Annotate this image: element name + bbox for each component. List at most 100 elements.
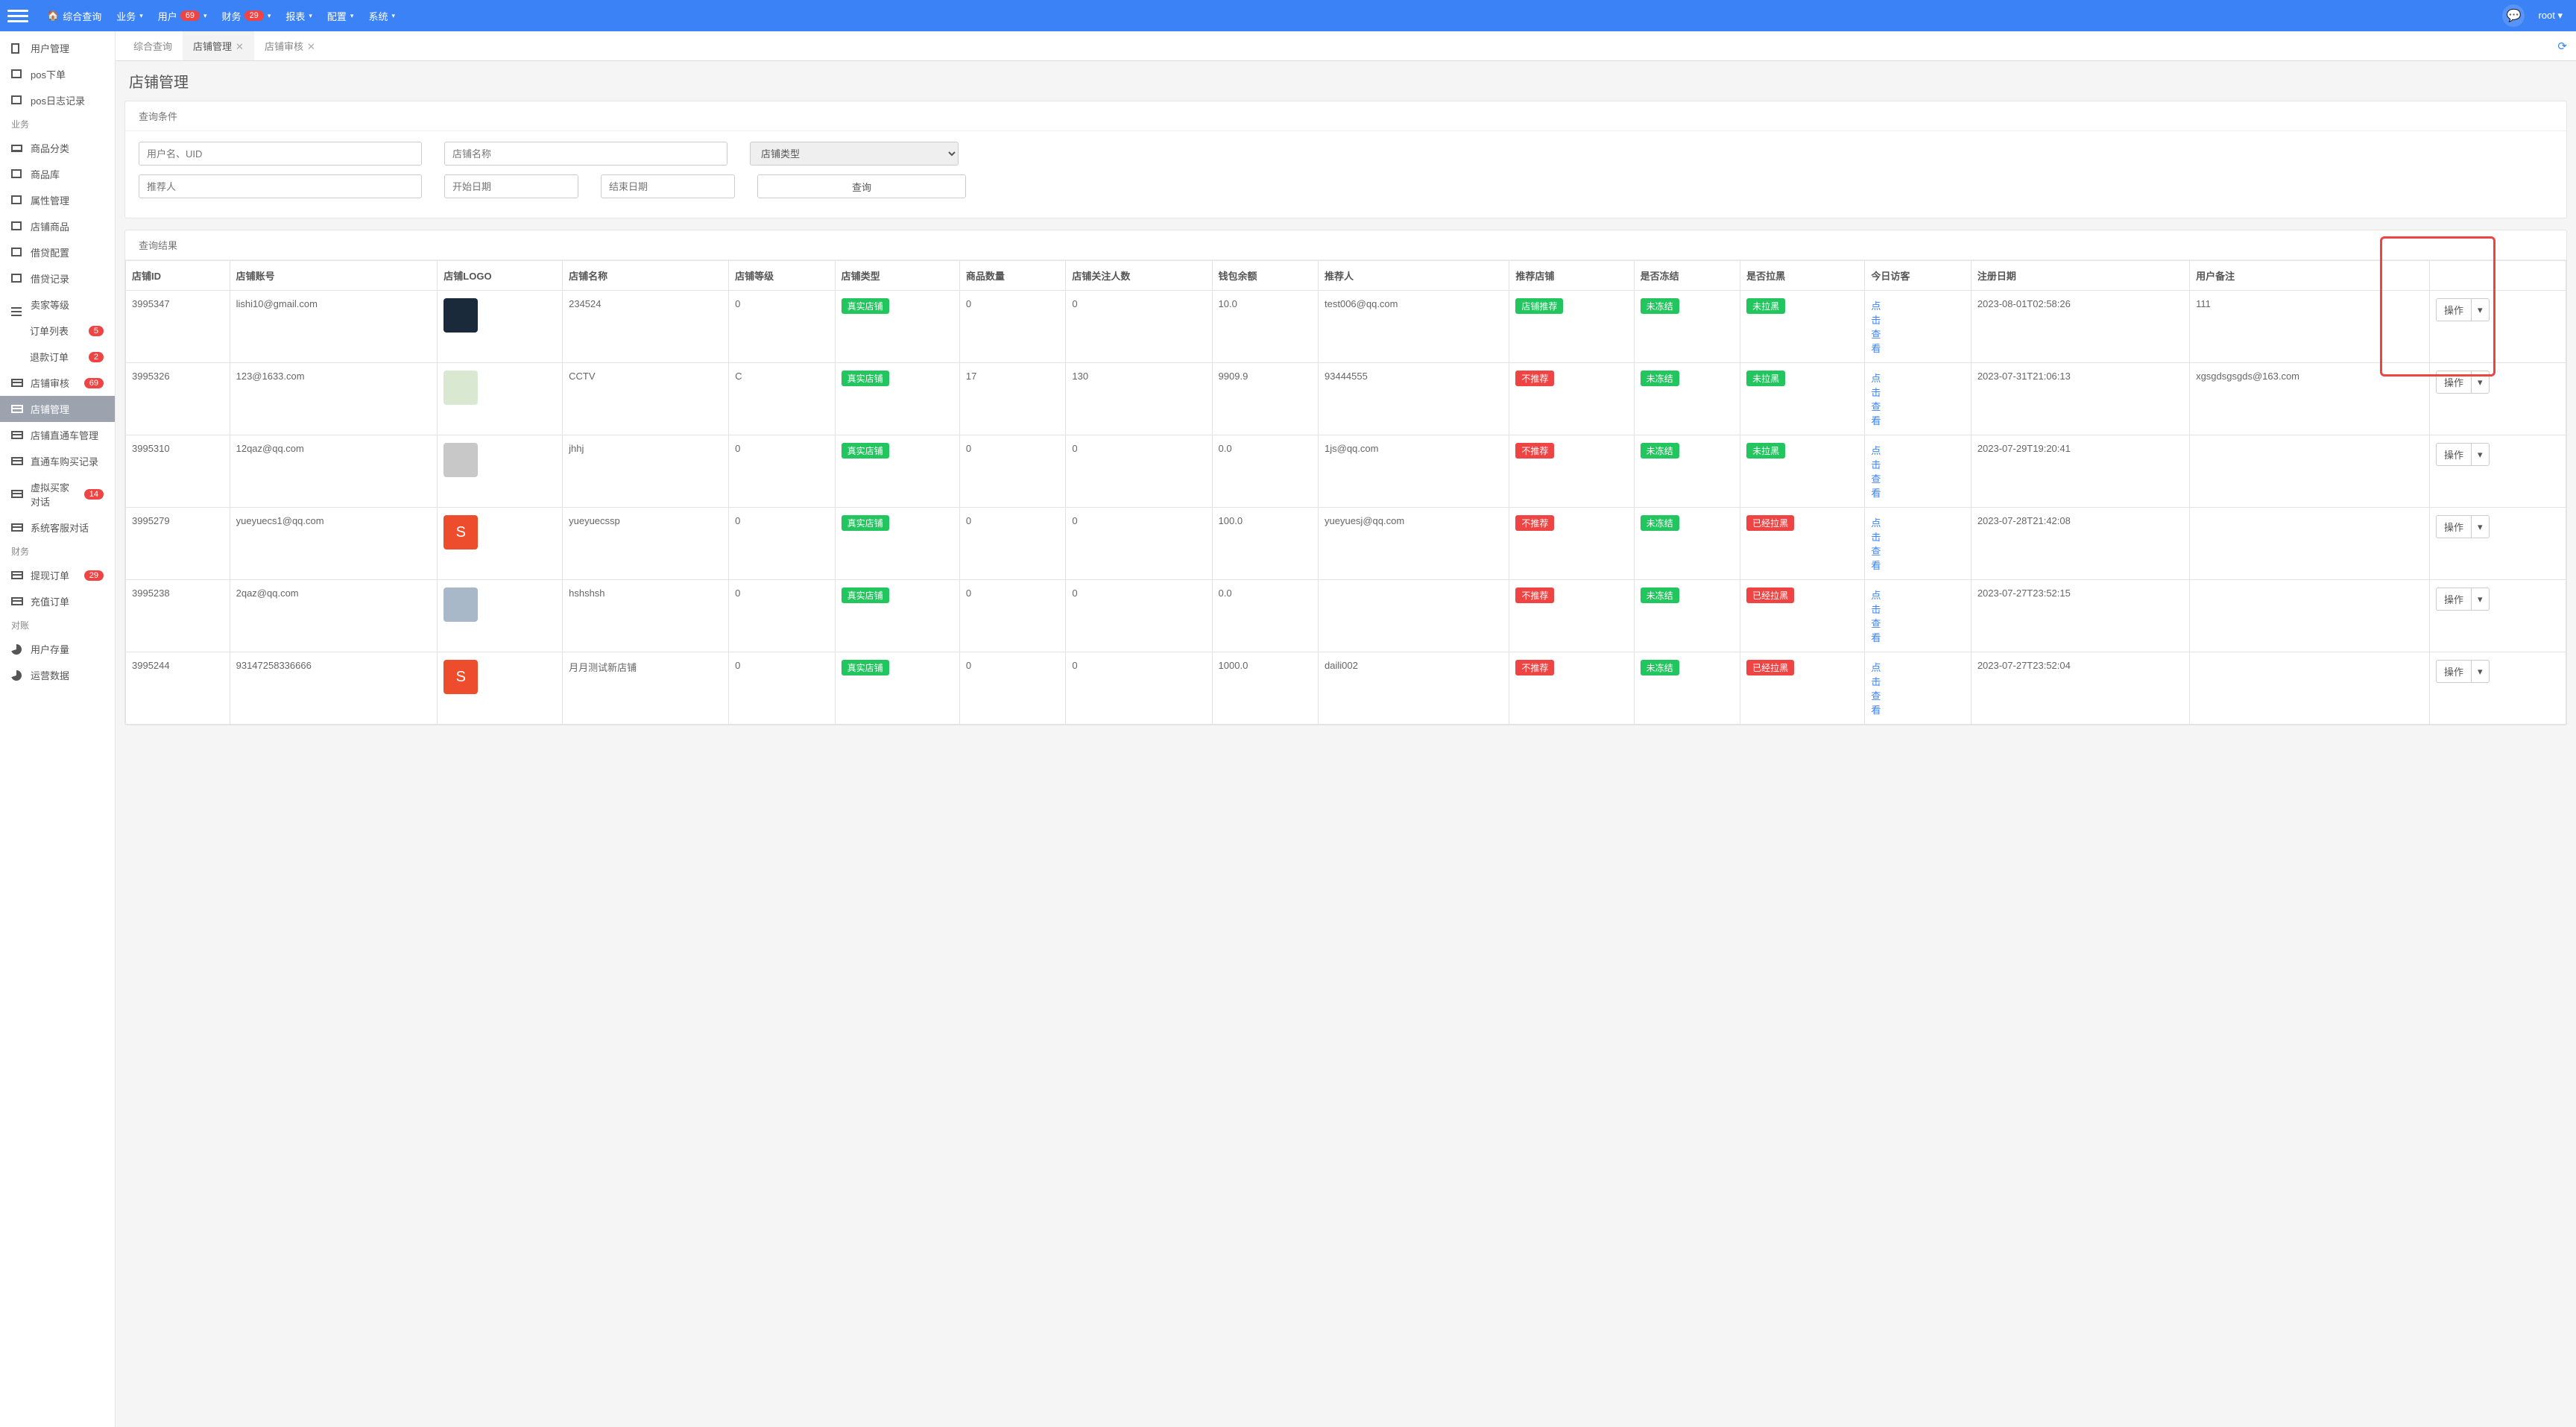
nav-item[interactable]: 用户69▾: [151, 0, 215, 31]
operate-button[interactable]: 操作: [2436, 298, 2471, 321]
box-icon: [11, 169, 23, 180]
menu-toggle-icon[interactable]: [7, 5, 28, 26]
nav-item[interactable]: 业务▾: [109, 0, 151, 31]
box-icon: [11, 248, 23, 258]
cell-remark: xgsgdsgsgds@163.com: [2190, 363, 2430, 435]
cell-remark: [2190, 435, 2430, 508]
cell-recommend: 不推荐: [1509, 435, 1634, 508]
sidebar-item-label: 店铺商品: [31, 219, 69, 233]
visitor-link[interactable]: 点击查看: [1871, 662, 1881, 716]
nav-item[interactable]: 财务29▾: [215, 0, 279, 31]
cell-logo: [438, 291, 563, 363]
close-icon[interactable]: ✕: [236, 41, 244, 52]
laptop-icon: [11, 143, 23, 154]
sidebar-item[interactable]: 商品库: [0, 161, 115, 187]
refresh-icon[interactable]: ⟳: [2557, 40, 2567, 53]
nav-home[interactable]: 🏠 综合查询: [40, 0, 109, 31]
filter-end-date[interactable]: [601, 174, 735, 198]
sidebar-item[interactable]: 充值订单: [0, 588, 115, 614]
sidebar-item[interactable]: 虚拟买家对话14: [0, 474, 115, 514]
query-button[interactable]: 查询: [757, 174, 966, 198]
operate-button[interactable]: 操作: [2436, 443, 2471, 466]
cell-black: 未拉黑: [1740, 363, 1865, 435]
nav-item[interactable]: 系统▾: [361, 0, 402, 31]
tab[interactable]: 店铺管理✕: [183, 31, 254, 60]
main-content: 综合查询店铺管理✕店铺审核✕ ⟳ 店铺管理 查询条件 店铺类型 查询: [116, 31, 2576, 1427]
sidebar-item[interactable]: 店铺审核69: [0, 370, 115, 396]
tab[interactable]: 店铺审核✕: [254, 31, 326, 60]
card-icon: [11, 489, 23, 500]
sidebar-item[interactable]: 系统客服对话: [0, 514, 115, 541]
operate-dropdown[interactable]: ▾: [2471, 588, 2490, 611]
user-menu[interactable]: root ▾: [2532, 10, 2569, 22]
nav-item[interactable]: 报表▾: [278, 0, 320, 31]
sidebar-item[interactable]: 直通车购买记录: [0, 448, 115, 474]
operate-dropdown[interactable]: ▾: [2471, 298, 2490, 321]
operate-button[interactable]: 操作: [2436, 588, 2471, 611]
cell-account: 2qaz@qq.com: [230, 580, 438, 652]
cell-date: 2023-07-28T21:42:08: [1971, 508, 2189, 580]
cell-remark: [2190, 508, 2430, 580]
sidebar-item[interactable]: 借贷配置: [0, 239, 115, 265]
sidebar-item[interactable]: 用户管理: [0, 35, 115, 61]
table-header: 店铺等级: [729, 261, 835, 291]
operate-button[interactable]: 操作: [2436, 515, 2471, 538]
sidebar-item-label: 退款订单: [30, 350, 69, 364]
table-header: 店铺关注人数: [1066, 261, 1212, 291]
operate-dropdown[interactable]: ▾: [2471, 371, 2490, 394]
cell-fans: 0: [1066, 580, 1212, 652]
sidebar-item[interactable]: pos日志记录: [0, 87, 115, 113]
sidebar-item[interactable]: 卖家等级: [0, 292, 115, 318]
sidebar-item[interactable]: 商品分类: [0, 135, 115, 161]
operate-button[interactable]: 操作: [2436, 371, 2471, 394]
table-row: 399531012qaz@qq.comjhhj0真实店铺000.01js@qq.…: [126, 435, 2566, 508]
sidebar-item[interactable]: 借贷记录: [0, 265, 115, 292]
sidebar-item[interactable]: 退款订单2: [0, 344, 115, 370]
filter-referrer-input[interactable]: [139, 174, 422, 198]
filter-start-date[interactable]: [444, 174, 578, 198]
cell-id: 3995238: [126, 580, 230, 652]
sidebar-item[interactable]: 运营数据: [0, 662, 115, 688]
cell-level: C: [729, 363, 835, 435]
sidebar-item[interactable]: 订单列表5: [0, 318, 115, 344]
sidebar-item-label: 系统客服对话: [31, 520, 89, 535]
sidebar-item[interactable]: 提现订单29: [0, 562, 115, 588]
visitor-link[interactable]: 点击查看: [1871, 445, 1881, 499]
sidebar-item[interactable]: 店铺直通车管理: [0, 422, 115, 448]
sidebar-item-label: 店铺审核: [31, 376, 69, 390]
cell-type: 真实店铺: [835, 291, 959, 363]
cell-wallet: 0.0: [1212, 435, 1318, 508]
operate-dropdown[interactable]: ▾: [2471, 443, 2490, 466]
filter-shoptype-select[interactable]: 店铺类型: [750, 142, 959, 166]
visitor-link[interactable]: 点击查看: [1871, 517, 1881, 571]
cell-op: 操作▾: [2430, 652, 2566, 725]
cell-date: 2023-07-27T23:52:04: [1971, 652, 2189, 725]
sidebar-item-label: 充值订单: [31, 594, 69, 608]
visitor-link[interactable]: 点击查看: [1871, 300, 1881, 354]
sidebar-item[interactable]: 用户存量: [0, 636, 115, 662]
operate-dropdown[interactable]: ▾: [2471, 660, 2490, 683]
close-icon[interactable]: ✕: [307, 41, 315, 52]
results-panel: 查询结果 店铺ID店铺账号店铺LOGO店铺名称店铺等级店铺类型商品数量店铺关注人…: [124, 230, 2567, 725]
operate-dropdown[interactable]: ▾: [2471, 515, 2490, 538]
cell-id: 3995347: [126, 291, 230, 363]
operate-button[interactable]: 操作: [2436, 660, 2471, 683]
chat-icon[interactable]: 💬: [2502, 4, 2525, 27]
sidebar-item[interactable]: 属性管理: [0, 187, 115, 213]
cell-date: 2023-07-31T21:06:13: [1971, 363, 2189, 435]
table-header: 商品数量: [959, 261, 1065, 291]
tab[interactable]: 综合查询: [123, 31, 183, 60]
nav-item[interactable]: 配置▾: [320, 0, 362, 31]
sidebar-item[interactable]: pos下单: [0, 61, 115, 87]
visitor-link[interactable]: 点击查看: [1871, 590, 1881, 643]
tabs: 综合查询店铺管理✕店铺审核✕ ⟳: [116, 31, 2576, 61]
filter-shopname-input[interactable]: [444, 142, 727, 166]
sidebar-group: 对账: [0, 614, 115, 636]
filter-user-input[interactable]: [139, 142, 422, 166]
cell-type: 真实店铺: [835, 652, 959, 725]
card-icon: [11, 430, 23, 441]
cell-fans: 0: [1066, 652, 1212, 725]
sidebar-item[interactable]: 店铺管理: [0, 396, 115, 422]
sidebar-item[interactable]: 店铺商品: [0, 213, 115, 239]
visitor-link[interactable]: 点击查看: [1871, 373, 1881, 426]
